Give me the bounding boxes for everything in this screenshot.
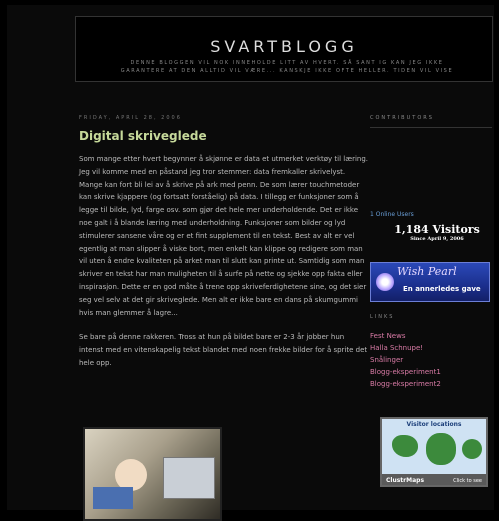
map-continent <box>462 439 482 459</box>
blog-title[interactable]: SVARTBLOGG <box>76 37 492 56</box>
post-body: Som mange etter hvert begynner å skjønne… <box>79 153 369 370</box>
post-photo[interactable] <box>83 427 222 521</box>
visitor-count: 1,184 Visitors <box>394 223 480 236</box>
link-item[interactable]: Blogg-eksperiment2 <box>370 378 441 390</box>
pearl-flower-icon <box>376 273 394 291</box>
wish-pearl-banner[interactable]: Wish Pearl En annerledes gave <box>370 262 490 302</box>
link-item[interactable]: Blogg-eksperiment1 <box>370 366 441 378</box>
blog-description-line-1: DENNE BLOGGEN VIL NOK INNEHOLDE LITT AV … <box>130 60 444 66</box>
photo-laptop-shape <box>163 457 215 499</box>
sidebar: CONTRIBUTORS 1 Online Users 1,184 Visito… <box>370 115 492 487</box>
map-continent <box>392 435 418 457</box>
map-click-label: Click to see <box>453 478 482 484</box>
map-brand: ClustrMaps <box>386 477 425 484</box>
sidebar-divider <box>370 127 492 128</box>
blog-description-line-2: GARANTERE AT DEN ALLTID VIL VÆRE... KANS… <box>120 68 454 74</box>
photo-toy-shape <box>93 487 133 509</box>
online-users-link[interactable]: 1 Online Users <box>370 211 414 218</box>
banner-script-text: Wish Pearl <box>397 265 457 278</box>
link-item[interactable]: Halla Schnupe! <box>370 342 441 354</box>
visitor-map-widget[interactable]: Visitor locations ClustrMaps Click to se… <box>380 417 488 487</box>
visitor-since: Since April 9, 2006 <box>410 236 464 242</box>
post-date: FRIDAY, APRIL 28, 2006 <box>79 115 182 121</box>
link-item[interactable]: Fest News <box>370 330 441 342</box>
contributors-heading: CONTRIBUTORS <box>370 115 434 121</box>
map-title: Visitor locations <box>406 421 462 428</box>
post-paragraph: Se bare på denne rakkeren. Tross at hun … <box>79 333 368 367</box>
blog-description: DENNE BLOGGEN VIL NOK INNEHOLDE LITT AV … <box>86 59 488 75</box>
blog-header: SVARTBLOGG DENNE BLOGGEN VIL NOK INNEHOL… <box>75 16 493 82</box>
post-title[interactable]: Digital skriveglede <box>79 129 369 143</box>
banner-tagline: En annerledes gave <box>403 285 481 293</box>
visitor-counter[interactable]: 1,184 Visitors Since April 9, 2006 <box>382 223 492 242</box>
links-list: Fest News Halla Schnupe! Snålinger Blogg… <box>370 330 441 390</box>
links-heading: LINKS <box>370 314 395 320</box>
map-continent <box>426 433 456 465</box>
post-paragraph: Som mange etter hvert begynner å skjønne… <box>79 155 369 317</box>
link-item[interactable]: Snålinger <box>370 354 441 366</box>
post-area: FRIDAY, APRIL 28, 2006 Digital skrivegle… <box>79 115 369 521</box>
